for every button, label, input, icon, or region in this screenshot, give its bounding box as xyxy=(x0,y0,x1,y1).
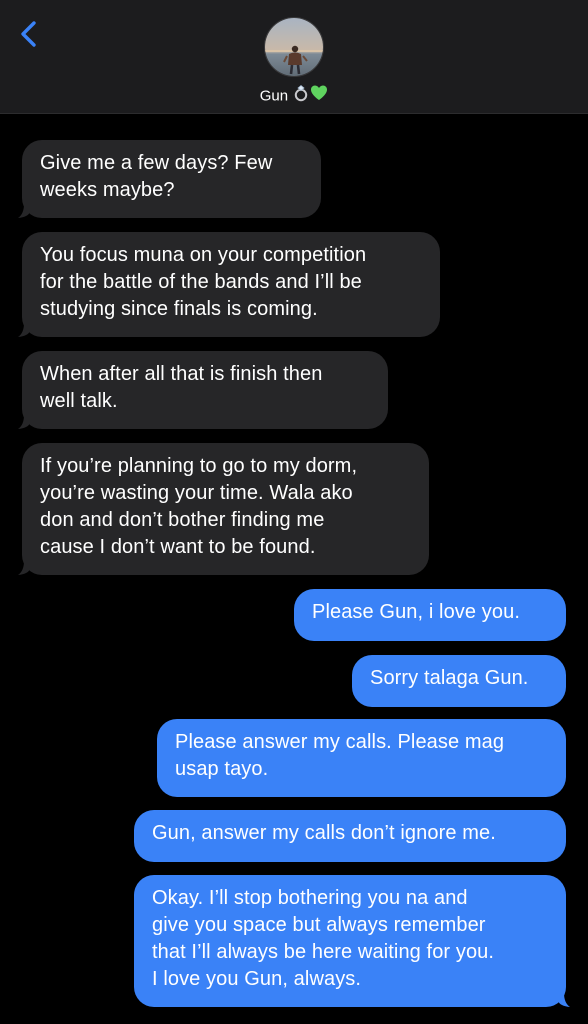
outgoing-message-bubble[interactable]: Please Gun, i love you. xyxy=(294,589,566,641)
incoming-message-bubble[interactable]: You focus muna on your competition for t… xyxy=(22,232,440,337)
bubble-tail xyxy=(18,317,30,337)
back-button[interactable] xyxy=(10,14,50,54)
outgoing-message-bubble[interactable]: Please answer my calls. Please mag usap … xyxy=(157,719,566,797)
contact-name-row[interactable]: Gun xyxy=(0,84,588,109)
incoming-message-bubble[interactable]: When after all that is finish then well … xyxy=(22,351,388,429)
bubble-tail xyxy=(18,198,30,218)
avatar-photo xyxy=(265,18,323,76)
outgoing-message-bubble[interactable]: Okay. I’ll stop bothering you na and giv… xyxy=(134,875,566,1007)
outgoing-message-bubble[interactable]: Sorry talaga Gun. xyxy=(352,655,566,707)
bubble-tail xyxy=(18,555,30,575)
incoming-message-bubble[interactable]: Give me a few days? Few weeks maybe? xyxy=(22,140,321,218)
bubble-tail xyxy=(18,409,30,429)
conversation-header: Gun xyxy=(0,0,588,114)
message-list[interactable]: Give me a few days? Few weeks maybe? You… xyxy=(0,114,588,1024)
contact-name: Gun xyxy=(259,87,289,105)
green-heart-icon xyxy=(310,84,328,109)
outgoing-message-bubble[interactable]: Gun, answer my calls don’t ignore me. xyxy=(134,810,566,862)
bubble-tail xyxy=(558,987,570,1007)
ring-icon xyxy=(292,84,310,109)
chevron-left-icon xyxy=(21,21,36,47)
contact-avatar[interactable] xyxy=(264,17,324,77)
incoming-message-bubble[interactable]: If you’re planning to go to my dorm, you… xyxy=(22,443,429,575)
